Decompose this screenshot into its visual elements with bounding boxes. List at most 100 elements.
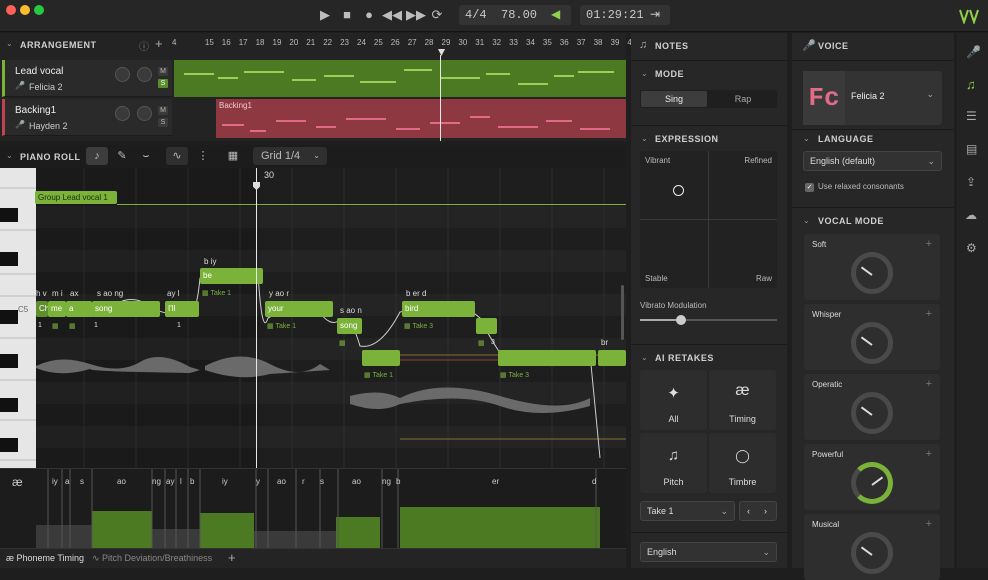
vibrato-slider[interactable] <box>640 315 777 325</box>
backing-clip[interactable]: Backing1 <box>216 99 626 138</box>
retake-timbre-button[interactable]: ◯ Timbre <box>709 433 776 493</box>
take-number[interactable]: 1 <box>94 322 98 329</box>
mute-button[interactable]: M <box>158 67 168 76</box>
lead-vocal-clip[interactable] <box>174 60 626 97</box>
minimize-window-button[interactable] <box>20 5 30 15</box>
pan-knob[interactable] <box>137 106 152 121</box>
take-label[interactable]: ▦ Take 3 <box>500 371 529 379</box>
expression-pad[interactable]: Vibrant Refined Stable Raw <box>640 151 777 288</box>
rewind-icon[interactable]: ◀◀ <box>382 7 402 23</box>
vocal-mode-dial[interactable] <box>851 462 893 504</box>
note-block[interactable] <box>498 350 596 366</box>
take-label[interactable]: ▦ Take 1 <box>364 371 393 379</box>
info-icon[interactable]: ⓘ <box>139 38 149 53</box>
phoneme[interactable]: iy <box>52 477 58 486</box>
phoneme[interactable]: r <box>302 477 305 486</box>
tempo-value[interactable]: 78.00 <box>501 5 537 25</box>
vocal-mode-card[interactable]: Powerful + <box>804 444 940 510</box>
note-block[interactable]: Ch <box>36 301 49 317</box>
add-tab-button[interactable]: + <box>228 550 236 565</box>
chevron-down-icon[interactable]: ⌄ <box>641 134 648 143</box>
add-mode-icon[interactable]: + <box>926 448 932 460</box>
tab-phoneme-timing[interactable]: æ Phoneme Timing <box>6 553 84 563</box>
language-select[interactable]: English ⌄ <box>640 542 777 562</box>
phoneme[interactable]: ao <box>277 477 286 486</box>
loop-icon[interactable]: ⟳ <box>428 7 446 23</box>
time-signature[interactable]: 4/4 <box>465 5 487 25</box>
solo-button[interactable]: S <box>158 79 168 88</box>
volume-knob[interactable] <box>115 67 130 82</box>
collapse-icon[interactable]: ⌄ <box>6 151 13 160</box>
play-icon[interactable]: ▶ <box>316 7 334 23</box>
phoneme-lane[interactable]: æ <box>0 468 626 549</box>
vocal-mode-dial[interactable] <box>851 322 893 364</box>
vocal-mode-card[interactable]: Musical + <box>804 514 940 580</box>
take-icon[interactable]: ▦ <box>69 322 76 330</box>
phoneme[interactable]: d <box>592 477 596 486</box>
phoneme[interactable]: ng <box>152 477 161 486</box>
curve-tool-icon[interactable]: ⌣ <box>135 147 157 165</box>
grid-select[interactable]: Grid 1/4 ⌄ <box>253 147 327 165</box>
track-lead-vocal[interactable]: Lead vocal 🎤 Felicia 2 M S <box>2 60 172 97</box>
vocal-mode-card[interactable]: Soft + <box>804 234 940 300</box>
retake-all-button[interactable]: ✦ All <box>640 370 707 430</box>
vocal-mode-card[interactable]: Whisper + <box>804 304 940 370</box>
jump-to-end-icon[interactable]: ⇥ <box>650 5 660 25</box>
timeline-ruler[interactable]: 4 15 16 17 18 19 20 21 22 23 24 25 26 27 28 29 30 31 32 33 3… <box>170 35 632 55</box>
chevron-down-icon[interactable]: ⌄ <box>641 353 648 362</box>
note-block[interactable]: song <box>337 318 362 334</box>
add-mode-icon[interactable]: + <box>926 518 932 530</box>
take-number[interactable]: 1 <box>38 322 42 329</box>
take-icon[interactable]: ▦ <box>339 339 346 347</box>
waveform-view-icon[interactable]: ⋮ <box>192 147 214 165</box>
upload-icon[interactable]: ⇪ <box>966 175 976 189</box>
note-grid[interactable]: C5 Group Lead vocal 1 be Ch me a song I'… <box>0 168 626 468</box>
note-block[interactable]: your <box>265 301 333 317</box>
mute-button[interactable]: M <box>158 106 168 115</box>
phoneme[interactable]: ng <box>382 477 391 486</box>
take-icon[interactable]: ▦ <box>52 322 59 330</box>
add-mode-icon[interactable]: + <box>926 308 932 320</box>
note-block[interactable]: song <box>92 301 160 317</box>
collapse-icon[interactable]: ⌄ <box>6 39 13 48</box>
metronome-icon[interactable]: ◀ <box>551 5 560 25</box>
phoneme[interactable]: ay <box>166 477 174 486</box>
fast-forward-icon[interactable]: ▶▶ <box>406 7 426 23</box>
volume-knob[interactable] <box>115 106 130 121</box>
note-block[interactable] <box>362 350 400 366</box>
chevron-down-icon[interactable]: ⌄ <box>641 69 648 78</box>
phoneme[interactable]: b <box>190 477 194 486</box>
take-select[interactable]: Take 1 ⌄ <box>640 501 735 521</box>
take-number[interactable]: 3 <box>491 339 495 346</box>
pencil-tool-icon[interactable]: ✎ <box>111 147 133 165</box>
document-icon[interactable]: ▤ <box>966 142 977 156</box>
close-window-button[interactable] <box>6 5 16 15</box>
note-block[interactable]: I'll <box>165 301 199 317</box>
zoom-window-button[interactable] <box>34 5 44 15</box>
phoneme[interactable]: ao <box>352 477 361 486</box>
mode-sing-button[interactable]: Sing <box>641 91 707 107</box>
phoneme[interactable]: l <box>180 477 182 486</box>
gear-icon[interactable]: ⚙ <box>966 241 977 255</box>
mic-icon[interactable]: 🎤 <box>966 45 981 59</box>
vocal-mode-dial[interactable] <box>851 392 893 434</box>
retake-timing-button[interactable]: æ Timing <box>709 370 776 430</box>
relaxed-consonants-checkbox[interactable]: ✓ <box>805 183 814 192</box>
add-mode-icon[interactable]: + <box>926 238 932 250</box>
note-block[interactable]: a <box>66 301 92 317</box>
voice-language-select[interactable]: English (default) ⌄ <box>803 151 942 171</box>
note-block[interactable]: bird <box>402 301 475 317</box>
pan-knob[interactable] <box>137 67 152 82</box>
take-number[interactable]: 1 <box>177 322 181 329</box>
note-block[interactable]: me <box>48 301 66 317</box>
record-icon[interactable]: ● <box>360 7 378 23</box>
chevron-down-icon[interactable]: ⌄ <box>803 134 810 143</box>
note-block[interactable]: be <box>200 268 263 284</box>
add-track-icon[interactable]: + <box>155 36 163 51</box>
phoneme[interactable]: b <box>396 477 400 486</box>
phoneme[interactable]: a <box>65 477 69 486</box>
vocal-mode-dial[interactable] <box>851 252 893 294</box>
music-note-icon[interactable]: ♫ <box>966 77 976 92</box>
take-label[interactable]: ▦ Take 1 <box>202 289 231 297</box>
track-backing1[interactable]: Backing1 🎤 Hayden 2 M S <box>2 99 172 136</box>
